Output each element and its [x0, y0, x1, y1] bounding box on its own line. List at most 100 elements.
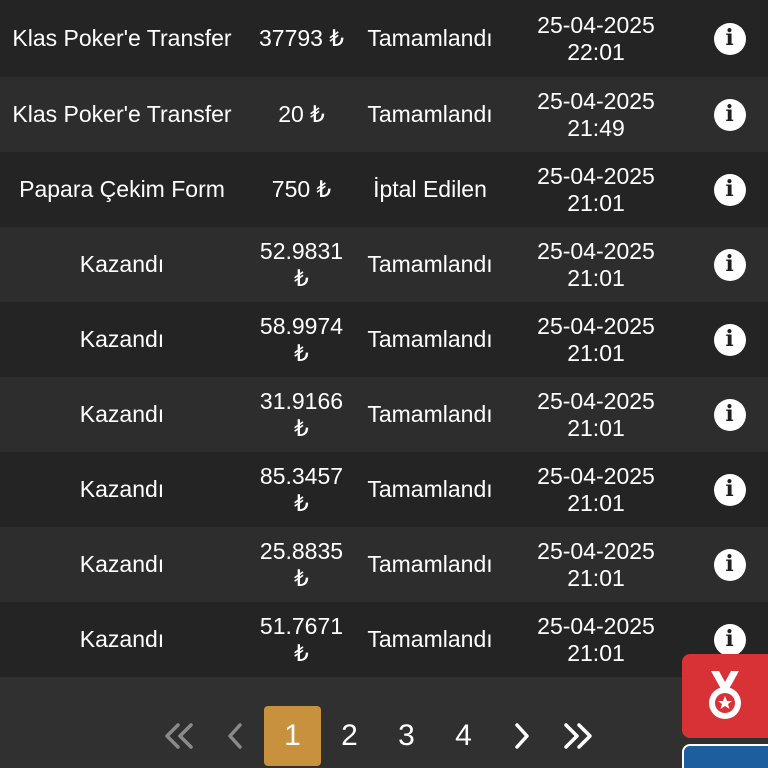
date-time: 21:01	[567, 414, 625, 441]
description-cell: Kazandı	[79, 551, 165, 577]
amount-value: 25.8835	[259, 537, 344, 564]
table-row: Kazandı 25.8835 ₺ Tamamlandı 25-04-2025 …	[0, 527, 768, 602]
info-icon[interactable]: i	[713, 323, 746, 356]
info-icon[interactable]: i	[713, 98, 746, 131]
date-cell: 25-04-2025 21:01	[501, 538, 691, 592]
description-cell: Papara Çekim Form	[19, 176, 225, 202]
chevron-right-icon	[514, 723, 529, 749]
info-icon[interactable]: i	[713, 623, 746, 656]
amount-cell: 750 ₺	[244, 176, 359, 203]
date-day: 25-04-2025	[537, 11, 655, 38]
amount-cell: 37793 ₺	[244, 25, 359, 52]
date-day: 25-04-2025	[537, 387, 655, 414]
amount-value: 31.9166	[259, 387, 344, 414]
chevron-left-icon	[227, 723, 242, 749]
info-icon[interactable]: i	[713, 548, 746, 581]
amount-cell: 51.7671 ₺	[244, 613, 359, 667]
amount-value: 85.3457	[259, 462, 344, 489]
date-time: 21:49	[567, 114, 625, 141]
date-cell: 25-04-2025 21:49	[501, 88, 691, 142]
page-4-button[interactable]: 4	[435, 706, 492, 766]
info-cell: i	[691, 473, 768, 506]
date-time: 22:01	[567, 38, 625, 65]
last-page-button[interactable]	[549, 706, 606, 766]
amount-value: 20 ₺	[278, 101, 325, 127]
date-cell: 25-04-2025 21:01	[501, 463, 691, 517]
page-3-button[interactable]: 3	[378, 706, 435, 766]
status-cell: Tamamlandı	[367, 251, 493, 277]
date-time: 21:01	[567, 489, 625, 516]
secondary-badge-button[interactable]	[682, 744, 768, 768]
first-page-button[interactable]	[150, 706, 207, 766]
status-cell: İptal Edilen	[373, 176, 487, 202]
date-time: 21:01	[567, 639, 625, 666]
amount-currency: ₺	[294, 639, 309, 666]
info-icon[interactable]: i	[713, 22, 746, 55]
description-cell: Kazandı	[79, 476, 165, 502]
transaction-history: Klas Poker'e Transfer 37793 ₺ Tamamlandı…	[0, 0, 768, 768]
amount-currency: ₺	[294, 489, 309, 516]
info-icon[interactable]: i	[713, 398, 746, 431]
date-time: 21:01	[567, 264, 625, 291]
info-cell: i	[691, 22, 768, 55]
description-cell: Klas Poker'e Transfer	[12, 101, 232, 127]
status-cell: Tamamlandı	[367, 626, 493, 652]
info-cell: i	[691, 323, 768, 356]
info-cell: i	[691, 98, 768, 131]
page-1-button[interactable]: 1	[264, 706, 321, 766]
info-icon[interactable]: i	[713, 173, 746, 206]
amount-currency: ₺	[294, 414, 309, 441]
amount-cell: 20 ₺	[244, 101, 359, 128]
amount-cell: 25.8835 ₺	[244, 538, 359, 592]
date-time: 21:01	[567, 339, 625, 366]
description-cell: Kazandı	[79, 401, 165, 427]
amount-cell: 52.9831 ₺	[244, 238, 359, 292]
date-day: 25-04-2025	[537, 537, 655, 564]
status-cell: Tamamlandı	[367, 476, 493, 502]
table-row: Kazandı 52.9831 ₺ Tamamlandı 25-04-2025 …	[0, 227, 768, 302]
status-cell: Tamamlandı	[367, 551, 493, 577]
info-cell: i	[691, 398, 768, 431]
rewards-badge-button[interactable]	[682, 654, 768, 738]
date-day: 25-04-2025	[537, 462, 655, 489]
info-icon[interactable]: i	[713, 248, 746, 281]
amount-cell: 85.3457 ₺	[244, 463, 359, 517]
amount-currency: ₺	[294, 264, 309, 291]
medal-icon	[709, 671, 741, 719]
date-cell: 25-04-2025 21:01	[501, 388, 691, 442]
table-row: Kazandı 31.9166 ₺ Tamamlandı 25-04-2025 …	[0, 377, 768, 452]
amount-value: 37793 ₺	[259, 25, 344, 51]
info-cell: i	[691, 248, 768, 281]
date-cell: 25-04-2025 21:01	[501, 238, 691, 292]
page-2-button[interactable]: 2	[321, 706, 378, 766]
info-cell: i	[691, 548, 768, 581]
table-row: Kazandı 58.9974 ₺ Tamamlandı 25-04-2025 …	[0, 302, 768, 377]
date-cell: 25-04-2025 22:01	[501, 12, 691, 66]
date-time: 21:01	[567, 564, 625, 591]
date-cell: 25-04-2025 21:01	[501, 163, 691, 217]
table-row: Kazandı 51.7671 ₺ Tamamlandı 25-04-2025 …	[0, 602, 768, 677]
status-cell: Tamamlandı	[367, 101, 493, 127]
amount-currency: ₺	[294, 564, 309, 591]
date-cell: 25-04-2025 21:01	[501, 313, 691, 367]
amount-value: 51.7671	[259, 612, 344, 639]
info-cell: i	[691, 623, 768, 656]
amount-currency: ₺	[294, 339, 309, 366]
amount-cell: 58.9974 ₺	[244, 313, 359, 367]
description-cell: Klas Poker'e Transfer	[12, 25, 232, 51]
date-cell: 25-04-2025 21:01	[501, 613, 691, 667]
amount-value: 750 ₺	[271, 176, 332, 202]
info-icon[interactable]: i	[713, 473, 746, 506]
table-row: Klas Poker'e Transfer 37793 ₺ Tamamlandı…	[0, 0, 768, 77]
amount-cell: 31.9166 ₺	[244, 388, 359, 442]
description-cell: Kazandı	[79, 251, 165, 277]
amount-value: 52.9831	[259, 237, 344, 264]
prev-page-button[interactable]	[207, 706, 264, 766]
status-cell: Tamamlandı	[367, 326, 493, 352]
description-cell: Kazandı	[79, 326, 165, 352]
next-page-button[interactable]	[492, 706, 549, 766]
amount-value: 58.9974	[259, 312, 344, 339]
table-row: Kazandı 85.3457 ₺ Tamamlandı 25-04-2025 …	[0, 452, 768, 527]
date-day: 25-04-2025	[537, 237, 655, 264]
pagination: 1 2 3 4	[0, 678, 768, 768]
